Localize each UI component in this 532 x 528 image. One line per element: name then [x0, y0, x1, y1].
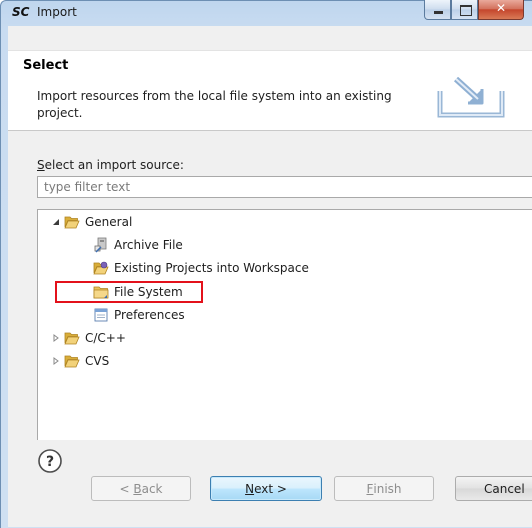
archive-file-icon — [94, 237, 107, 253]
collapsed-triangle-icon[interactable] — [51, 333, 61, 343]
title-bar[interactable]: SC Import ✕ — [0, 0, 532, 27]
preferences-icon — [94, 308, 108, 322]
caption-buttons: ✕ — [424, 0, 524, 20]
page-description: Import resources from the local file sys… — [37, 89, 392, 120]
finish-button[interactable]: Finish — [334, 476, 434, 501]
tree-node-general[interactable]: General — [51, 212, 132, 232]
label-text: elect an import source: — [44, 158, 184, 172]
cancel-label: Cancel — [484, 481, 525, 496]
help-icon[interactable]: ? — [37, 448, 63, 474]
tree-label-existing-projects: Existing Projects into Workspace — [114, 261, 309, 275]
open-folder-icon — [64, 332, 80, 345]
collapsed-triangle-icon[interactable] — [51, 356, 61, 366]
filter-input[interactable] — [37, 176, 532, 198]
back-accelerator: B — [133, 481, 142, 496]
minimize-icon — [434, 11, 443, 14]
expanded-triangle-icon[interactable] — [51, 217, 61, 227]
svg-text:?: ? — [46, 454, 54, 470]
import-wizard-banner-icon — [437, 77, 505, 118]
header-divider — [8, 50, 532, 51]
finish-label: inish — [373, 481, 402, 496]
tree-label-preferences: Preferences — [114, 308, 185, 322]
next-label: ext > — [254, 481, 287, 496]
close-button[interactable]: ✕ — [478, 0, 524, 20]
tree-node-cvs[interactable]: CVS — [51, 351, 109, 371]
project-folder-icon — [93, 261, 109, 275]
import-source-label: Select an import source: — [37, 158, 184, 172]
tree-node-cpp[interactable]: C/C++ — [51, 328, 126, 348]
label-accelerator: S — [37, 158, 45, 172]
back-label: ack — [141, 481, 163, 496]
tree-label-general: General — [85, 215, 133, 229]
tree-label-cpp: C/C++ — [85, 331, 126, 345]
finish-accelerator: F — [366, 481, 374, 496]
open-folder-icon — [64, 216, 80, 229]
tree-node-existing-projects[interactable]: Existing Projects into Workspace — [93, 258, 309, 278]
tree-node-archive-file[interactable]: Archive File — [93, 235, 183, 255]
cancel-button[interactable]: Cancel — [455, 476, 532, 501]
window-title: Import — [37, 5, 77, 19]
maximize-button[interactable] — [451, 0, 478, 20]
file-system-highlight-box — [55, 281, 203, 303]
next-button[interactable]: Next > — [210, 476, 322, 501]
minimize-button[interactable] — [424, 0, 451, 20]
open-folder-icon — [64, 355, 80, 368]
tree-label-archive-file: Archive File — [114, 238, 183, 252]
page-title: Select — [23, 58, 69, 73]
app-logo: SC — [12, 5, 30, 19]
close-icon: ✕ — [495, 1, 507, 15]
wizard-header: Select Import resources from the local f… — [8, 50, 532, 131]
tree-node-preferences[interactable]: Preferences — [93, 305, 185, 325]
next-accelerator: N — [245, 481, 255, 496]
back-button[interactable]: < Back — [91, 476, 191, 501]
back-lt: < — [119, 481, 134, 496]
client-top-strip — [8, 26, 532, 50]
tree-label-cvs: CVS — [85, 354, 110, 368]
maximize-icon — [460, 5, 472, 16]
